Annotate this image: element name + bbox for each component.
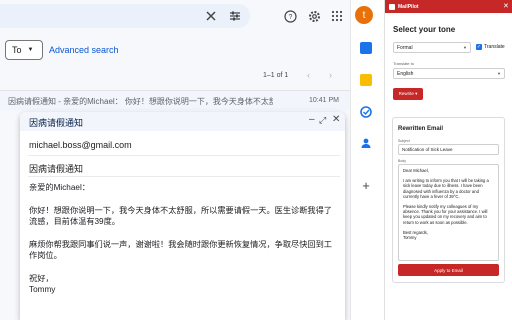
pager-text: 1–1 of 1 xyxy=(263,72,289,79)
body-paragraph: 你好！想跟你说明一下，我今天身体不太舒服，所以需要请假一天。医生诊断我得了流感，… xyxy=(29,205,332,227)
avatar[interactable]: t xyxy=(355,6,373,24)
minimize-icon[interactable]: – xyxy=(309,114,315,125)
to-filter-label: To xyxy=(12,45,22,55)
compose-window: 因病请假通知 – ⤢ ✕ michael.boss@gmail.com 因病请假… xyxy=(20,112,345,320)
body-label: Body xyxy=(398,159,406,163)
language-value: English xyxy=(397,70,414,77)
compose-header[interactable]: 因病请假通知 – ⤢ ✕ xyxy=(20,112,345,131)
panel-app-name: MailPilot xyxy=(398,3,419,10)
to-filter-chip[interactable]: To ▼ xyxy=(5,40,43,60)
tasks-icon[interactable] xyxy=(360,105,372,118)
rewrite-button[interactable]: Rewrite ▾ xyxy=(393,88,423,100)
gmail-main: ? To ▼ Advanced search 1–1 of 1 ‹ › 因病请假… xyxy=(0,0,350,320)
divider xyxy=(28,176,340,177)
close-icon[interactable]: ✕ xyxy=(503,2,509,10)
chevron-left-icon[interactable]: ‹ xyxy=(307,70,310,80)
subject-field[interactable]: 因病请假通知 xyxy=(29,162,83,175)
top-bar: ? xyxy=(0,0,350,32)
plus-icon[interactable]: + xyxy=(360,179,372,192)
gear-icon[interactable] xyxy=(306,8,322,24)
svg-text:?: ? xyxy=(288,14,292,21)
apply-to-email-button[interactable]: Apply to Email xyxy=(398,264,499,276)
chevron-right-icon[interactable]: › xyxy=(329,70,332,80)
caret-down-icon: ▼ xyxy=(27,47,34,53)
mail-row[interactable]: 因病请假通知 - 亲爱的Michael： 你好！想跟你说明一下，我今天身体不太舒… xyxy=(0,90,350,110)
tone-select[interactable]: Formal ▼ xyxy=(393,42,471,53)
body-paragraph: 祝好， Tommy xyxy=(29,273,56,295)
tone-value: Formal xyxy=(397,44,413,51)
body-paragraph: I am writing to inform you that I will b… xyxy=(403,178,489,199)
recipient-field[interactable]: michael.boss@gmail.com xyxy=(29,140,132,150)
mail-row-subject: 因病请假通知 - 亲爱的Michael： 你好！想跟你说明一下，我今天身体不太舒… xyxy=(8,97,273,106)
rewritten-subject-field[interactable]: Notification of Sick Leave xyxy=(398,144,499,155)
chevron-down-icon: ▼ xyxy=(463,45,467,50)
close-icon[interactable] xyxy=(203,8,219,24)
card-title: Rewritten Email xyxy=(398,126,444,132)
mailpilot-logo-icon xyxy=(389,3,395,10)
close-icon[interactable]: ✕ xyxy=(332,114,340,125)
body-paragraph: 亲爱的Michael： xyxy=(29,183,90,192)
mail-row-time: 10:41 PM xyxy=(309,97,339,104)
divider xyxy=(28,155,340,156)
subject-label: Subject xyxy=(398,139,410,143)
help-icon[interactable]: ? xyxy=(282,8,298,24)
body-paragraph: Dear Michael, xyxy=(403,168,429,173)
language-select[interactable]: English ▼ xyxy=(393,68,505,79)
translate-to-label: Translate to xyxy=(393,61,414,66)
panel-header: MailPilot ✕ xyxy=(385,0,512,13)
compose-title: 因病请假通知 xyxy=(29,118,84,128)
body-paragraph: Please kindly notify my colleagues of my… xyxy=(403,204,488,225)
keep-icon[interactable] xyxy=(360,74,372,86)
translate-label: Translate xyxy=(484,44,505,50)
body-paragraph: Best regards, Tommy xyxy=(403,229,428,241)
rewritten-email-card: Rewritten Email Subject Notification of … xyxy=(392,117,505,283)
translate-checkbox[interactable]: ✓ xyxy=(476,44,482,50)
compose-body[interactable]: 亲爱的Michael： 你好！想跟你说明一下，我今天身体不太舒服，所以需要请假一… xyxy=(29,182,335,307)
tune-icon[interactable] xyxy=(227,8,243,24)
advanced-search-link[interactable]: Advanced search xyxy=(49,45,119,55)
calendar-icon[interactable] xyxy=(360,42,372,54)
rewritten-body-field[interactable]: Dear Michael, I am writing to inform you… xyxy=(398,164,499,261)
expand-icon[interactable]: ⤢ xyxy=(319,115,326,126)
apps-grid-icon[interactable] xyxy=(331,10,343,22)
body-paragraph: 麻烦你帮我跟同事们说一声，谢谢啦！我会随时跟你更新恢复情况，争取尽快回到工作岗位… xyxy=(29,239,332,261)
contacts-icon[interactable] xyxy=(360,136,372,148)
chevron-down-icon: ▼ xyxy=(497,71,501,76)
tone-heading: Select your tone xyxy=(393,25,456,34)
